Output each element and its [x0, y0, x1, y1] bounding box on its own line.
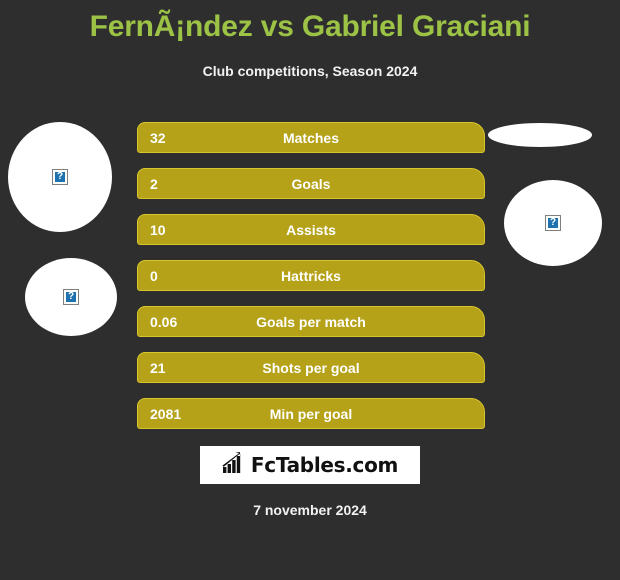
- stat-row-matches: 32 Matches: [137, 122, 485, 153]
- logo-inner: FcTables.com: [222, 451, 399, 479]
- player-photo-left-top: ?: [8, 122, 112, 232]
- broken-image-icon: ?: [63, 289, 79, 305]
- stat-row-hattricks: 0 Hattricks: [137, 260, 485, 291]
- stat-label: Goals: [291, 176, 331, 192]
- bar-chart-icon: [222, 451, 246, 479]
- player-photo-right-bottom: ?: [504, 180, 602, 266]
- stat-label: Assists: [286, 222, 336, 238]
- stats-bar-list: 32 Matches 2 Goals 10 Assists 0 Hattrick…: [137, 122, 485, 444]
- stat-label: Shots per goal: [262, 360, 360, 376]
- page-title: FernÃ¡ndez vs Gabriel Graciani: [89, 10, 531, 43]
- stat-label: Goals per match: [256, 314, 366, 330]
- stat-label: Min per goal: [269, 406, 353, 422]
- stat-row-goals-per-match: 0.06 Goals per match: [137, 306, 485, 337]
- logo-text: FcTables.com: [250, 453, 399, 477]
- stat-label: Hattricks: [281, 268, 341, 284]
- player-photo-right-top: [488, 123, 592, 147]
- stat-row-assists: 10 Assists: [137, 214, 485, 245]
- fctables-logo[interactable]: FcTables.com: [200, 446, 420, 484]
- broken-image-icon: ?: [52, 169, 68, 185]
- broken-image-icon: ?: [545, 215, 561, 231]
- stat-label: Matches: [282, 130, 340, 146]
- player-photo-left-bottom: ?: [25, 258, 117, 336]
- stat-row-min-per-goal: 2081 Min per goal: [137, 398, 485, 429]
- page-subtitle: Club competitions, Season 2024: [202, 63, 418, 79]
- stats-comparison-page: FernÃ¡ndez vs Gabriel Graciani Club comp…: [0, 0, 620, 580]
- footer-date: 7 november 2024: [253, 502, 367, 518]
- stat-row-shots-per-goal: 21 Shots per goal: [137, 352, 485, 383]
- stat-row-goals: 2 Goals: [137, 168, 485, 199]
